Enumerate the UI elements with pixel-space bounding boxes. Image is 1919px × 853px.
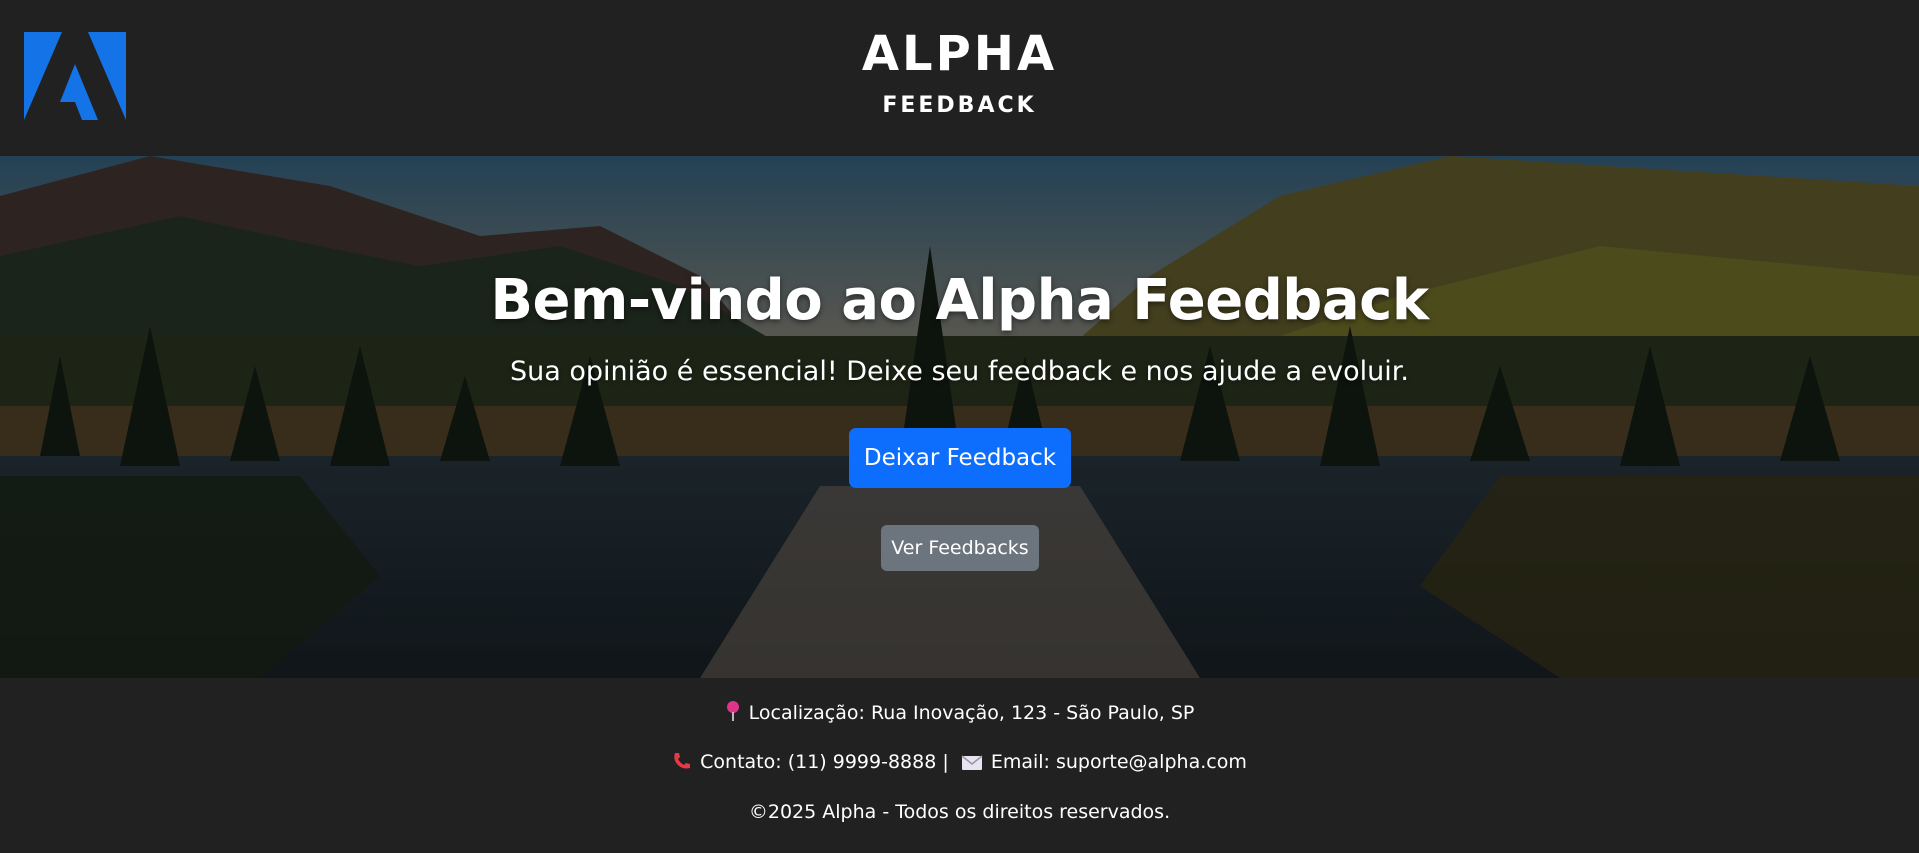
footer-location: Localização: Rua Inovação, 123 - São Pau…: [0, 700, 1919, 725]
footer-contact: Contato: (11) 9999-8888 | Email: suporte…: [0, 750, 1919, 774]
contact-text: Contato: (11) 9999-8888: [700, 751, 937, 773]
copyright: ©2025 Alpha - Todos os direitos reservad…: [748, 801, 1171, 823]
site-footer: Localização: Rua Inovação, 123 - São Pau…: [0, 678, 1919, 853]
envelope-icon: [961, 755, 983, 770]
site-header: ALPHA FEEDBACK: [0, 0, 1919, 156]
hero-content: Bem-vindo ao Alpha Feedback Sua opinião …: [0, 156, 1919, 678]
hero-section: Bem-vindo ao Alpha Feedback Sua opinião …: [0, 156, 1919, 678]
view-feedbacks-button[interactable]: Ver Feedbacks: [881, 525, 1039, 571]
brand: ALPHA FEEDBACK: [0, 26, 1919, 120]
leave-feedback-button[interactable]: Deixar Feedback: [849, 428, 1071, 488]
separator: |: [942, 751, 949, 773]
brand-title: ALPHA: [861, 26, 1058, 82]
phone-icon: [674, 753, 691, 769]
pin-icon: [726, 701, 739, 721]
location-text: Localização: Rua Inovação, 123 - São Pau…: [748, 702, 1195, 724]
email-text[interactable]: Email: suporte@alpha.com: [991, 751, 1247, 773]
hero-title: Bem-vindo ao Alpha Feedback: [490, 268, 1429, 333]
brand-subtitle: FEEDBACK: [882, 93, 1037, 118]
hero-subtitle: Sua opinião é essencial! Deixe seu feedb…: [509, 356, 1409, 387]
